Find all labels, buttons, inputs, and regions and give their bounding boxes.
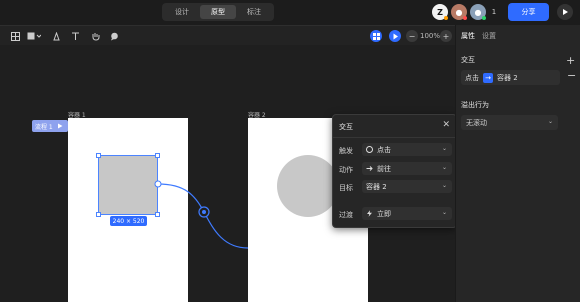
arrow-right-icon [366, 166, 373, 171]
top-bar: 设计 原型 标注 Z ● ● 1 分享 [0, 0, 580, 25]
overflow-select[interactable]: 无滚动 ⌄ [461, 115, 558, 130]
tab-settings[interactable]: 设置 [482, 31, 496, 41]
share-button[interactable]: 分享 [508, 3, 549, 21]
user-count[interactable]: 1 [487, 4, 501, 20]
trigger-value: 点击 [377, 145, 391, 154]
tab-design[interactable]: 设计 [164, 5, 200, 19]
trigger-select[interactable]: 点击 ⌄ [362, 143, 452, 156]
chevron-down-icon: ⌄ [547, 118, 553, 125]
target-value: 容器 2 [366, 182, 387, 191]
chevron-down-icon: ⌄ [441, 164, 447, 171]
status-dot [463, 16, 467, 20]
status-dot [444, 16, 448, 20]
pen-icon[interactable] [50, 30, 62, 42]
chevron-down-icon: ⌄ [441, 145, 447, 152]
chevron-down-icon: ⌄ [441, 182, 447, 189]
interaction-popup: 交互 ✕ 触发 点击 ⌄ 动作 前往 ⌄ 目标 容器 2 ⌄ 过渡 立即 ⌄ [332, 114, 455, 228]
grid-icon[interactable] [9, 30, 21, 42]
remove-interaction-button[interactable]: − [567, 69, 576, 82]
zoom-in-button[interactable]: + [440, 30, 452, 42]
overflow-value: 无滚动 [466, 118, 487, 127]
add-interaction-button[interactable]: + [566, 54, 575, 67]
overflow-section-title: 溢出行为 [461, 101, 489, 109]
zoom-level[interactable]: 100% [420, 30, 440, 42]
interaction-item[interactable]: 点击 → 容器 2 [461, 70, 560, 85]
action-label: 动作 [339, 166, 353, 174]
toolbar: − 100% + [0, 25, 455, 45]
trigger-label: 触发 [339, 147, 353, 155]
rectangle-icon[interactable] [27, 30, 41, 42]
popup-title: 交互 [339, 123, 353, 131]
tab-properties[interactable]: 属性 [461, 31, 475, 41]
hand-icon[interactable] [89, 30, 101, 42]
text-icon[interactable] [69, 30, 81, 42]
interaction-section-title: 交互 [461, 56, 475, 64]
chevron-down-icon: ⌄ [441, 209, 447, 216]
zoom-out-button[interactable]: − [406, 30, 418, 42]
mode-switch: 设计 原型 标注 [162, 3, 274, 21]
play-icon[interactable] [389, 30, 401, 42]
target-select[interactable]: 容器 2 ⌄ [362, 180, 452, 193]
properties-panel: 属性 设置 交互 + 点击 → 容器 2 − 溢出行为 无滚动 ⌄ [455, 25, 580, 302]
comment-icon[interactable] [108, 30, 120, 42]
divider [333, 137, 455, 138]
action-select[interactable]: 前往 ⌄ [362, 162, 452, 175]
play-icon [563, 9, 568, 15]
target-label: 目标 [339, 184, 353, 192]
tab-annotate[interactable]: 标注 [236, 5, 272, 19]
tab-prototype[interactable]: 原型 [200, 5, 236, 19]
transition-label: 过渡 [339, 211, 353, 219]
canvas[interactable]: 容器 1 容器 2 流程 1 240 × 520 交互 ✕ 触发 点击 ⌄ 动作… [0, 45, 455, 302]
close-icon[interactable]: ✕ [442, 120, 450, 130]
interaction-target: 容器 2 [497, 73, 518, 82]
interaction-grid-icon[interactable] [370, 30, 382, 42]
status-dot [482, 16, 486, 20]
preview-play-button[interactable] [557, 4, 573, 20]
interaction-trigger: 点击 [465, 73, 479, 82]
click-icon [366, 146, 373, 153]
transition-value: 立即 [377, 209, 391, 218]
transition-select[interactable]: 立即 ⌄ [362, 207, 452, 220]
action-value: 前往 [377, 164, 391, 173]
lightning-icon [367, 210, 372, 217]
arrow-right-icon: → [483, 72, 493, 83]
